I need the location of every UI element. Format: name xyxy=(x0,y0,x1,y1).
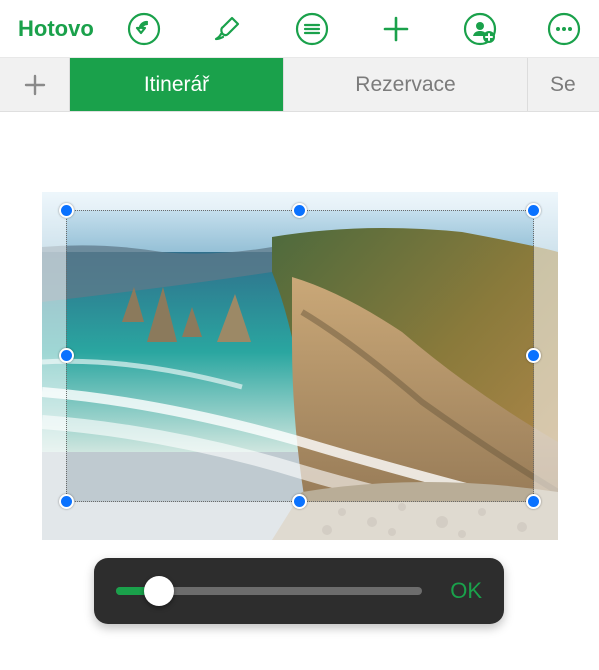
ellipsis-icon xyxy=(547,12,581,46)
canvas-area: OK xyxy=(0,112,599,670)
undo-icon xyxy=(127,12,161,46)
resize-handle-bottom-right[interactable] xyxy=(526,494,541,509)
more-button[interactable] xyxy=(546,11,582,47)
tab-overflow[interactable]: Se xyxy=(527,58,576,111)
crop-selection[interactable] xyxy=(66,210,534,502)
tab-label: Itinerář xyxy=(144,73,209,97)
plus-icon xyxy=(379,12,413,46)
filter-sort-button[interactable] xyxy=(294,11,330,47)
tab-reservations[interactable]: Rezervace xyxy=(283,58,528,111)
slider-knob[interactable] xyxy=(144,576,174,606)
ok-button[interactable]: OK xyxy=(450,578,482,604)
selected-image[interactable] xyxy=(42,192,558,540)
done-button[interactable]: Hotovo xyxy=(18,16,94,42)
format-button[interactable] xyxy=(210,11,246,47)
tab-itinerary[interactable]: Itinerář xyxy=(69,58,284,111)
toolbar-icons xyxy=(126,11,585,47)
resize-handle-top-center[interactable] xyxy=(292,203,307,218)
collaborate-button[interactable] xyxy=(462,11,498,47)
add-sheet-button[interactable] xyxy=(0,58,70,111)
resize-handle-top-right[interactable] xyxy=(526,203,541,218)
tab-label: Se xyxy=(550,73,576,97)
top-toolbar: Hotovo xyxy=(0,0,599,58)
resize-handle-top-left[interactable] xyxy=(59,203,74,218)
plus-icon xyxy=(22,72,48,98)
sheet-tab-bar: Itinerář Rezervace Se xyxy=(0,58,599,112)
resize-handle-bottom-center[interactable] xyxy=(292,494,307,509)
resize-handle-bottom-left[interactable] xyxy=(59,494,74,509)
mask-zoom-slider[interactable] xyxy=(116,587,422,595)
resize-handle-middle-right[interactable] xyxy=(526,348,541,363)
paintbrush-icon xyxy=(211,12,245,46)
add-people-icon xyxy=(463,12,497,46)
resize-handle-middle-left[interactable] xyxy=(59,348,74,363)
tab-label: Rezervace xyxy=(355,73,455,97)
undo-button[interactable] xyxy=(126,11,162,47)
mask-control-bar: OK xyxy=(94,558,504,624)
lines-icon xyxy=(295,12,329,46)
insert-button[interactable] xyxy=(378,11,414,47)
